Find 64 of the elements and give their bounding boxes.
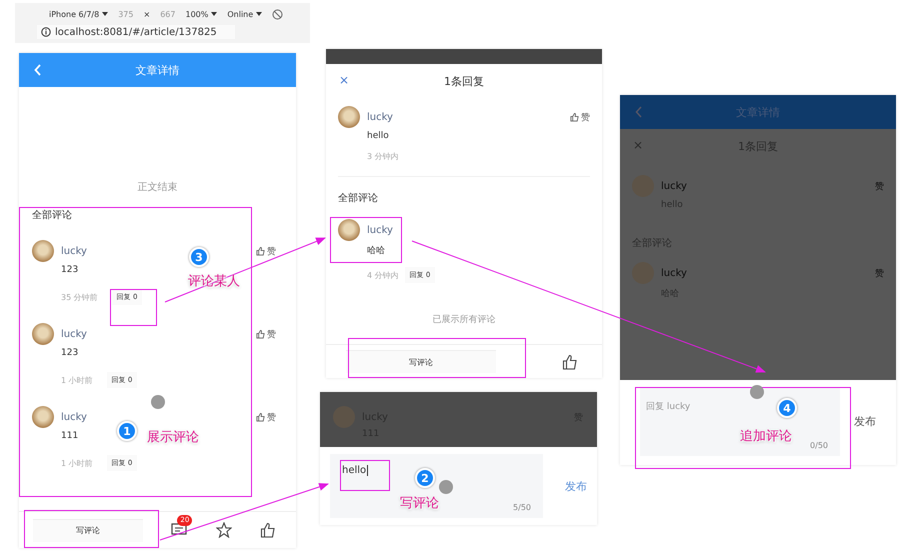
like-button[interactable]: 赞 <box>256 244 276 258</box>
comment-text: 123 <box>61 265 78 275</box>
comment-time: 1 小时前 <box>61 374 93 386</box>
page-title: 文章详情 <box>736 104 780 120</box>
highlight-frame <box>340 460 390 491</box>
char-counter: 5/50 <box>513 503 531 512</box>
comment-text: 123 <box>61 348 78 358</box>
star-icon[interactable] <box>216 522 232 538</box>
comment-time: 35 分钟前 <box>61 292 98 302</box>
times-sign: × <box>144 10 150 18</box>
caret-icon <box>256 12 262 16</box>
comment-time: 4 分钟内 <box>367 270 399 280</box>
write-comment-button[interactable]: 写评论 <box>346 350 496 373</box>
comment-time: 3 分钟内 <box>367 151 399 162</box>
section-title: 全部评论 <box>338 192 378 205</box>
avatar <box>338 106 360 128</box>
comment-text: hello <box>367 131 389 141</box>
device-select[interactable]: iPhone 6/7/8 <box>49 10 108 18</box>
avatar <box>32 240 54 262</box>
comment-time: 1 小时前 <box>61 458 93 468</box>
sheet-title: 1条回复 <box>444 74 484 88</box>
zoom-select[interactable]: 100% <box>185 10 218 18</box>
user-name: lucky <box>61 412 88 422</box>
close-button[interactable]: × <box>339 73 350 87</box>
avatar <box>338 219 360 241</box>
like-button[interactable]: 赞 <box>570 110 590 124</box>
avatar <box>32 406 54 428</box>
thumbs-up-icon <box>570 112 579 122</box>
publish-button[interactable]: 发布 <box>854 414 876 429</box>
thumbs-up-icon[interactable] <box>562 354 578 370</box>
comment-icon[interactable] <box>171 523 188 537</box>
step-label: 展示评论 <box>147 429 199 446</box>
thumbs-up-icon[interactable] <box>260 522 276 538</box>
user-name: lucky <box>61 328 88 340</box>
thumbs-up-icon <box>256 246 265 256</box>
article-end-text: 正文结束 <box>138 180 178 194</box>
input-placeholder: 回复 lucky <box>646 400 690 412</box>
page-title: 文章详情 <box>136 62 180 78</box>
user-name: lucky <box>367 112 394 122</box>
info-icon <box>41 27 51 37</box>
comment-text: 哈哈 <box>367 244 385 257</box>
user-name: lucky <box>661 268 688 278</box>
like-button[interactable]: 赞 <box>256 410 276 424</box>
write-comment-button[interactable]: 写评论 <box>33 518 144 542</box>
input-value: hello <box>342 465 368 476</box>
step-label: 追加评论 <box>740 428 792 445</box>
address-bar[interactable]: localhost:8081/#/article/137825 <box>37 25 235 39</box>
user-name: lucky <box>61 246 88 256</box>
thumbs-up-icon <box>256 330 265 338</box>
caret-icon <box>102 12 108 16</box>
step-label: 写评论 <box>400 495 439 512</box>
user-name: lucky <box>661 180 688 192</box>
like-button[interactable]: 赞 <box>256 328 276 340</box>
section-title: 全部评论 <box>32 208 72 222</box>
thumbs-up-icon <box>256 412 265 422</box>
char-counter: 0/50 <box>810 440 828 450</box>
network-select[interactable]: Online <box>227 10 262 18</box>
caret-icon <box>211 12 218 16</box>
user-name: lucky <box>367 224 394 236</box>
url-text: localhost:8081/#/article/137825 <box>55 26 217 38</box>
comment-text: 111 <box>61 431 78 441</box>
all-shown-text: 已展示所有评论 <box>432 314 496 326</box>
highlight-frame <box>330 217 402 263</box>
avatar <box>32 323 54 345</box>
